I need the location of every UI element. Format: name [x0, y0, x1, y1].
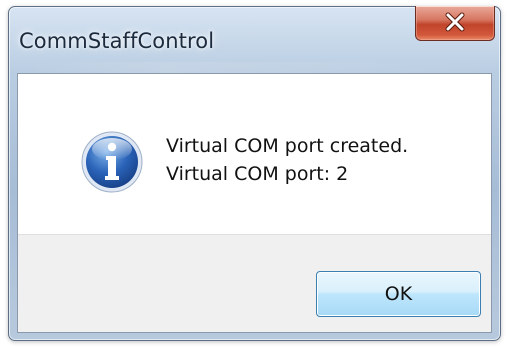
ok-button[interactable]: OK	[316, 271, 481, 317]
message-line-2: Virtual COM port: 2	[166, 163, 349, 185]
information-icon	[80, 130, 144, 194]
close-button[interactable]	[415, 6, 495, 41]
dialog-client-area: Virtual COM port created. Virtual COM po…	[17, 73, 492, 333]
message-text: Virtual COM port created. Virtual COM po…	[166, 132, 408, 188]
window-title: CommStaffControl	[19, 29, 215, 53]
title-bar[interactable]: CommStaffControl	[9, 6, 500, 73]
close-icon	[416, 8, 494, 40]
message-area: Virtual COM port created. Virtual COM po…	[18, 74, 491, 234]
button-bar: OK	[18, 234, 491, 332]
message-line-1: Virtual COM port created.	[166, 135, 409, 157]
message-box-window: CommStaffControl Virtual COM port create…	[8, 6, 501, 341]
